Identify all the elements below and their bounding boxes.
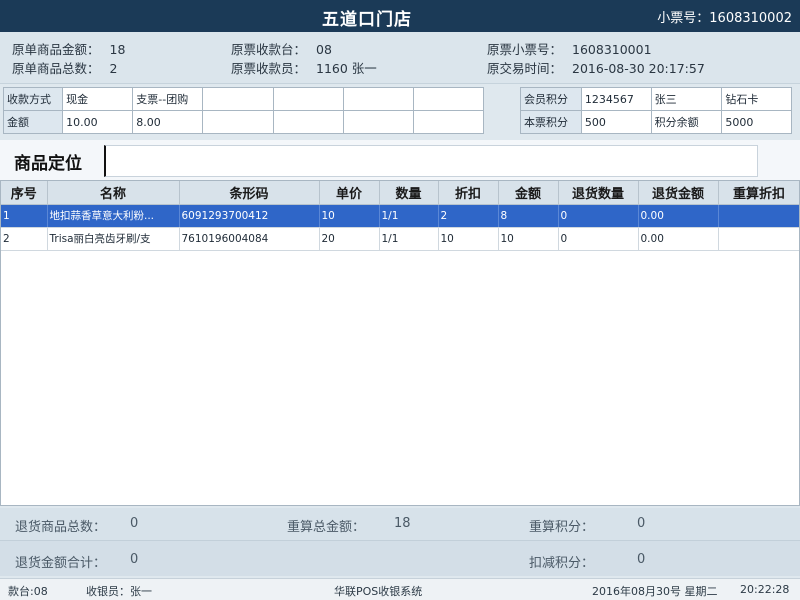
ticket-number-value: 1608310002 [709,11,792,26]
column-header[interactable]: 退货金额 [638,181,719,205]
payment-amount-cell[interactable] [342,110,414,134]
member-level: 钻石卡 [721,87,792,111]
ticket-points-label: 本票积分 [520,110,582,134]
member-row: 会员积分 1234567 张三 钻石卡 [520,87,792,111]
column-header[interactable]: 折扣 [438,181,499,205]
payment-method-cell[interactable] [342,87,414,111]
orig-amount: 原单商品金额： 18 [12,42,126,57]
table-row[interactable]: 1 地扣蒜香草意大利粉... 6091293700412 10 1/1 2 8 … [1,204,799,228]
payment-table: 收款方式 现金 支票--团购 金额 10.00 8.00 [2,87,485,134]
status-cashier: 收银员：张一 [86,585,152,598]
points-balance-value: 5000 [721,110,792,134]
table-cell: Trisa丽白亮齿牙刷/支 [47,227,180,251]
deduct-points-value: 0 [637,552,646,567]
column-header[interactable]: 金额 [498,181,559,205]
payment-method-label: 收款方式 [2,87,64,111]
payment-method-cell[interactable] [412,87,485,111]
payment-amount-cell[interactable] [272,110,344,134]
product-locator-label: 商品定位 [14,154,82,174]
status-date: 2016年08月30号 星期二 [592,585,718,598]
table-cell[interactable]: 0 [558,204,639,228]
product-locator: 商品定位 [0,140,800,180]
table-header: 序号 名称 条形码 单价 数量 折扣 金额 退货数量 退货金额 重算折扣 [1,181,799,205]
column-header[interactable]: 重算折扣 [718,181,799,205]
status-bar: 款台:08 收银员：张一 华联POS收银系统 2016年08月30号 星期二 2… [0,578,800,600]
table-cell: 8 [498,204,559,228]
product-locator-input[interactable] [104,145,758,177]
table-cell: 7610196004084 [179,227,320,251]
return-summary: 退货商品总数： 0 重算总金额： 18 重算积分： 0 退货金额合计： 0 扣减… [0,508,800,576]
deduct-points-label: 扣减积分： [529,556,595,571]
summary-row-2: 退货金额合计： 0 扣减积分： 0 [0,540,800,576]
member-table: 会员积分 1234567 张三 钻石卡 本票积分 500 积分余额 5000 [520,87,792,134]
ticket-number-label: 小票号： [657,11,710,26]
column-header[interactable]: 数量 [379,181,439,205]
points-balance-label: 积分余额 [650,110,723,134]
original-ticket-info: 原单商品金额： 18 原单商品总数： 2 原票收款台： 08 原票收款员： 1160 张… [0,32,800,84]
status-system-name: 华联POS收银系统 [334,585,423,598]
return-amount-value: 0 [130,552,139,567]
orig-count: 原单商品总数： 2 [12,61,118,76]
recalc-points-label: 重算积分： [529,520,595,535]
column-header[interactable]: 条形码 [179,181,320,205]
table-cell[interactable]: 0 [558,227,639,251]
column-header[interactable]: 名称 [47,181,180,205]
member-name: 张三 [650,87,723,111]
table-cell: 0.00 [638,204,719,228]
return-count-label: 退货商品总数： [15,520,107,535]
recalc-total-value: 18 [394,516,411,531]
payment-method-cell[interactable]: 支票--团购 [132,87,204,111]
ticket-number: 小票号：1608310002 [657,7,792,26]
table-cell[interactable] [718,227,799,251]
payment-method-cell[interactable] [202,87,274,111]
table-cell: 10 [498,227,559,251]
table-cell: 1/1 [379,204,439,228]
orig-ticket: 原票小票号： 1608310001 [487,42,652,57]
column-header[interactable]: 单价 [319,181,380,205]
table-cell[interactable] [718,204,799,228]
payment-amount-label: 金额 [2,110,64,134]
table-cell: 10 [438,227,499,251]
member-points-label: 会员积分 [520,87,582,111]
column-header[interactable]: 序号 [1,181,48,205]
orig-time: 原交易时间： 2016-08-30 20:17:57 [487,61,705,76]
table-cell: 6091293700412 [179,204,320,228]
payment-amount-cell[interactable]: 10.00 [62,110,134,134]
payment-method-row: 收款方式 现金 支票--团购 [2,87,485,111]
orig-register: 原票收款台： 08 [231,42,332,57]
items-table: 序号 名称 条形码 单价 数量 折扣 金额 退货数量 退货金额 重算折扣 1 地… [0,180,800,506]
table-cell: 10 [319,204,380,228]
return-count-value: 0 [130,516,139,531]
table-cell: 2 [438,204,499,228]
payment-amount-cell[interactable] [202,110,274,134]
payment-amount-cell[interactable] [412,110,485,134]
member-points-row: 本票积分 500 积分余额 5000 [520,110,792,134]
table-cell: 1/1 [379,227,439,251]
table-cell: 20 [319,227,380,251]
member-number: 1234567 [580,87,652,111]
orig-cashier: 原票收款员： 1160 张一 [231,61,377,76]
status-time: 20:22:28 [740,583,790,596]
recalc-points-value: 0 [637,516,646,531]
title-bar: 五道口门店 小票号：1608310002 [0,0,800,32]
payment-amount-row: 金额 10.00 8.00 [2,110,485,134]
status-register: 款台:08 [8,585,48,598]
table-cell: 2 [1,227,48,251]
table-row[interactable]: 2 Trisa丽白亮齿牙刷/支 7610196004084 20 1/1 10 … [1,227,799,251]
column-header[interactable]: 退货数量 [558,181,639,205]
table-cell: 1 [1,204,48,228]
payment-amount-cell[interactable]: 8.00 [132,110,204,134]
store-name: 五道口门店 [322,10,412,30]
payment-method-cell[interactable] [272,87,344,111]
payment-method-cell[interactable]: 现金 [62,87,134,111]
table-cell: 0.00 [638,227,719,251]
recalc-total-label: 重算总金额： [287,520,366,535]
ticket-points-value: 500 [580,110,652,134]
return-amount-label: 退货金额合计： [15,556,107,571]
table-cell: 地扣蒜香草意大利粉... [47,204,180,228]
